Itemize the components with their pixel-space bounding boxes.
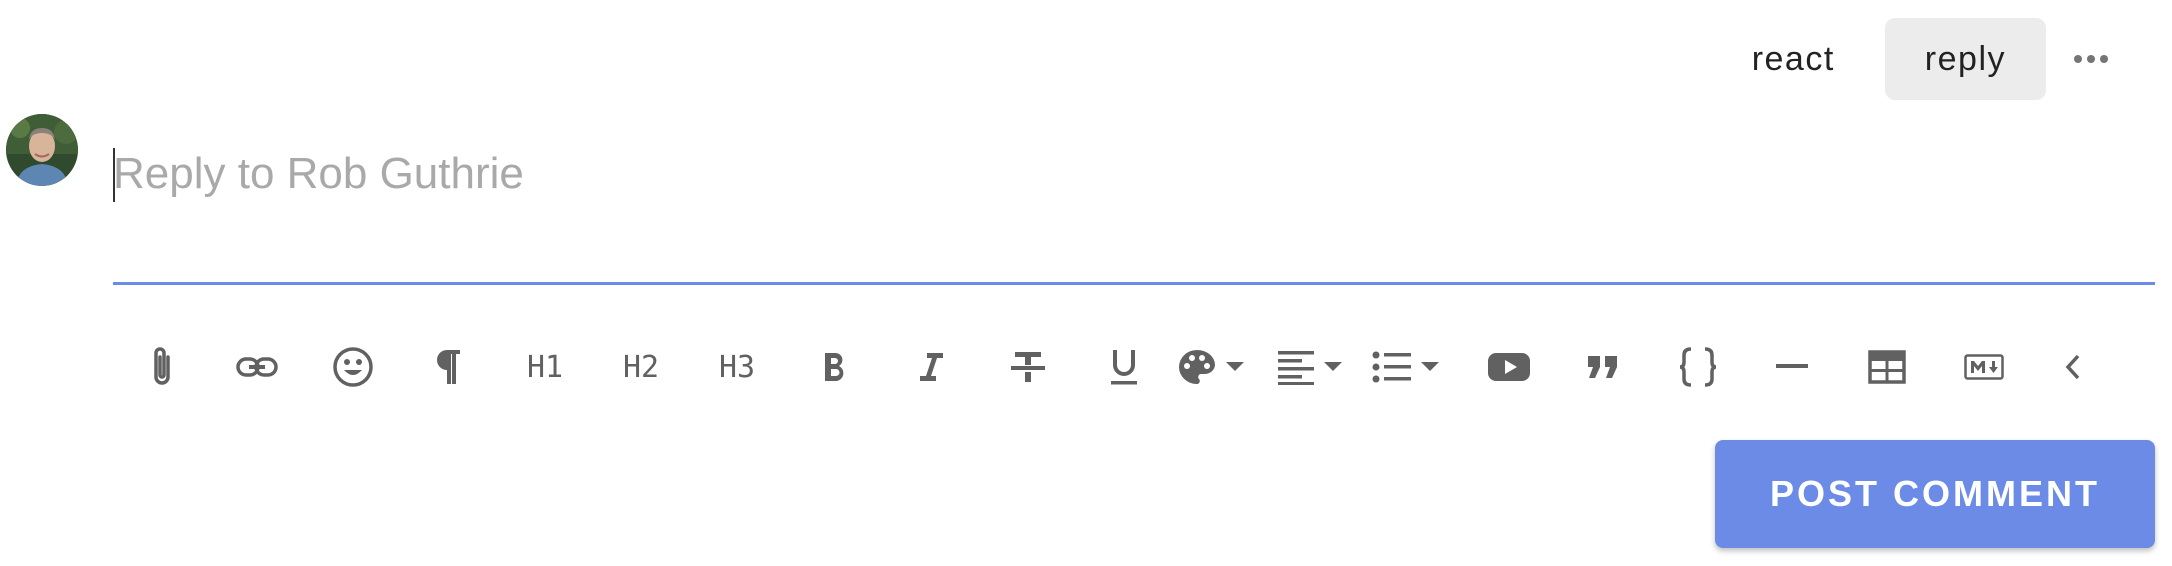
paragraph-button[interactable] xyxy=(434,332,464,402)
more-horizontal-icon xyxy=(2074,55,2108,63)
attach-button[interactable] xyxy=(142,332,182,402)
heading-3-button[interactable]: H3 xyxy=(715,332,759,402)
text-color-button[interactable] xyxy=(1176,332,1246,402)
emoji-icon xyxy=(333,347,373,387)
react-button[interactable]: react xyxy=(1712,18,1875,100)
quote-button[interactable] xyxy=(1583,332,1623,402)
link-button[interactable] xyxy=(235,332,279,402)
align-button[interactable] xyxy=(1273,332,1347,402)
reply-field xyxy=(113,140,2155,285)
more-options-button[interactable] xyxy=(2056,18,2126,100)
reply-button[interactable]: reply xyxy=(1884,18,2046,100)
strikethrough-button[interactable] xyxy=(1008,332,1048,402)
bulleted-list-icon xyxy=(1372,351,1411,383)
italic-icon xyxy=(920,353,943,381)
underline-icon xyxy=(1111,350,1137,385)
text-caret xyxy=(113,148,115,202)
underline-button[interactable] xyxy=(1106,332,1142,402)
youtube-button[interactable] xyxy=(1486,332,1532,402)
emoji-button[interactable] xyxy=(331,332,375,402)
markdown-button[interactable] xyxy=(1963,332,2005,402)
attach-icon xyxy=(154,347,170,385)
heading-1-button[interactable]: H1 xyxy=(523,332,567,402)
comment-actions: react reply xyxy=(1712,18,2126,100)
table-button[interactable] xyxy=(1867,332,1907,402)
user-avatar-image xyxy=(6,114,78,186)
chevron-left-icon xyxy=(2065,354,2080,380)
quote-icon xyxy=(1588,356,1617,378)
post-comment-button[interactable]: POST COMMENT xyxy=(1715,440,2155,548)
collapse-toolbar-button[interactable] xyxy=(2063,332,2083,402)
list-button[interactable] xyxy=(1369,332,1443,402)
reply-input[interactable] xyxy=(113,140,2155,208)
italic-button[interactable] xyxy=(916,332,946,402)
formatting-toolbar: H1 H2 H3 xyxy=(113,332,2113,402)
table-icon xyxy=(1868,350,1906,384)
horizontal-rule-button[interactable] xyxy=(1775,332,1809,402)
strikethrough-icon xyxy=(1011,352,1045,382)
align-left-icon xyxy=(1278,351,1314,385)
chevron-down-icon xyxy=(1324,362,1342,371)
chevron-down-icon xyxy=(1421,362,1439,371)
avatar xyxy=(6,114,78,186)
paragraph-icon xyxy=(437,350,460,384)
code-block-button[interactable] xyxy=(1677,332,1719,402)
chevron-down-icon xyxy=(1226,362,1244,371)
markdown-icon xyxy=(1964,354,2004,380)
palette-icon xyxy=(1179,350,1215,384)
link-icon xyxy=(236,357,278,377)
youtube-icon xyxy=(1488,353,1530,381)
code-block-icon xyxy=(1679,347,1717,387)
heading-2-button[interactable]: H2 xyxy=(619,332,663,402)
bold-button[interactable] xyxy=(820,332,850,402)
bold-icon xyxy=(825,353,844,381)
horizontal-rule-icon xyxy=(1776,364,1808,368)
comment-composer: react reply Reply to Rob Guthrie H1 H2 H… xyxy=(0,0,2172,566)
